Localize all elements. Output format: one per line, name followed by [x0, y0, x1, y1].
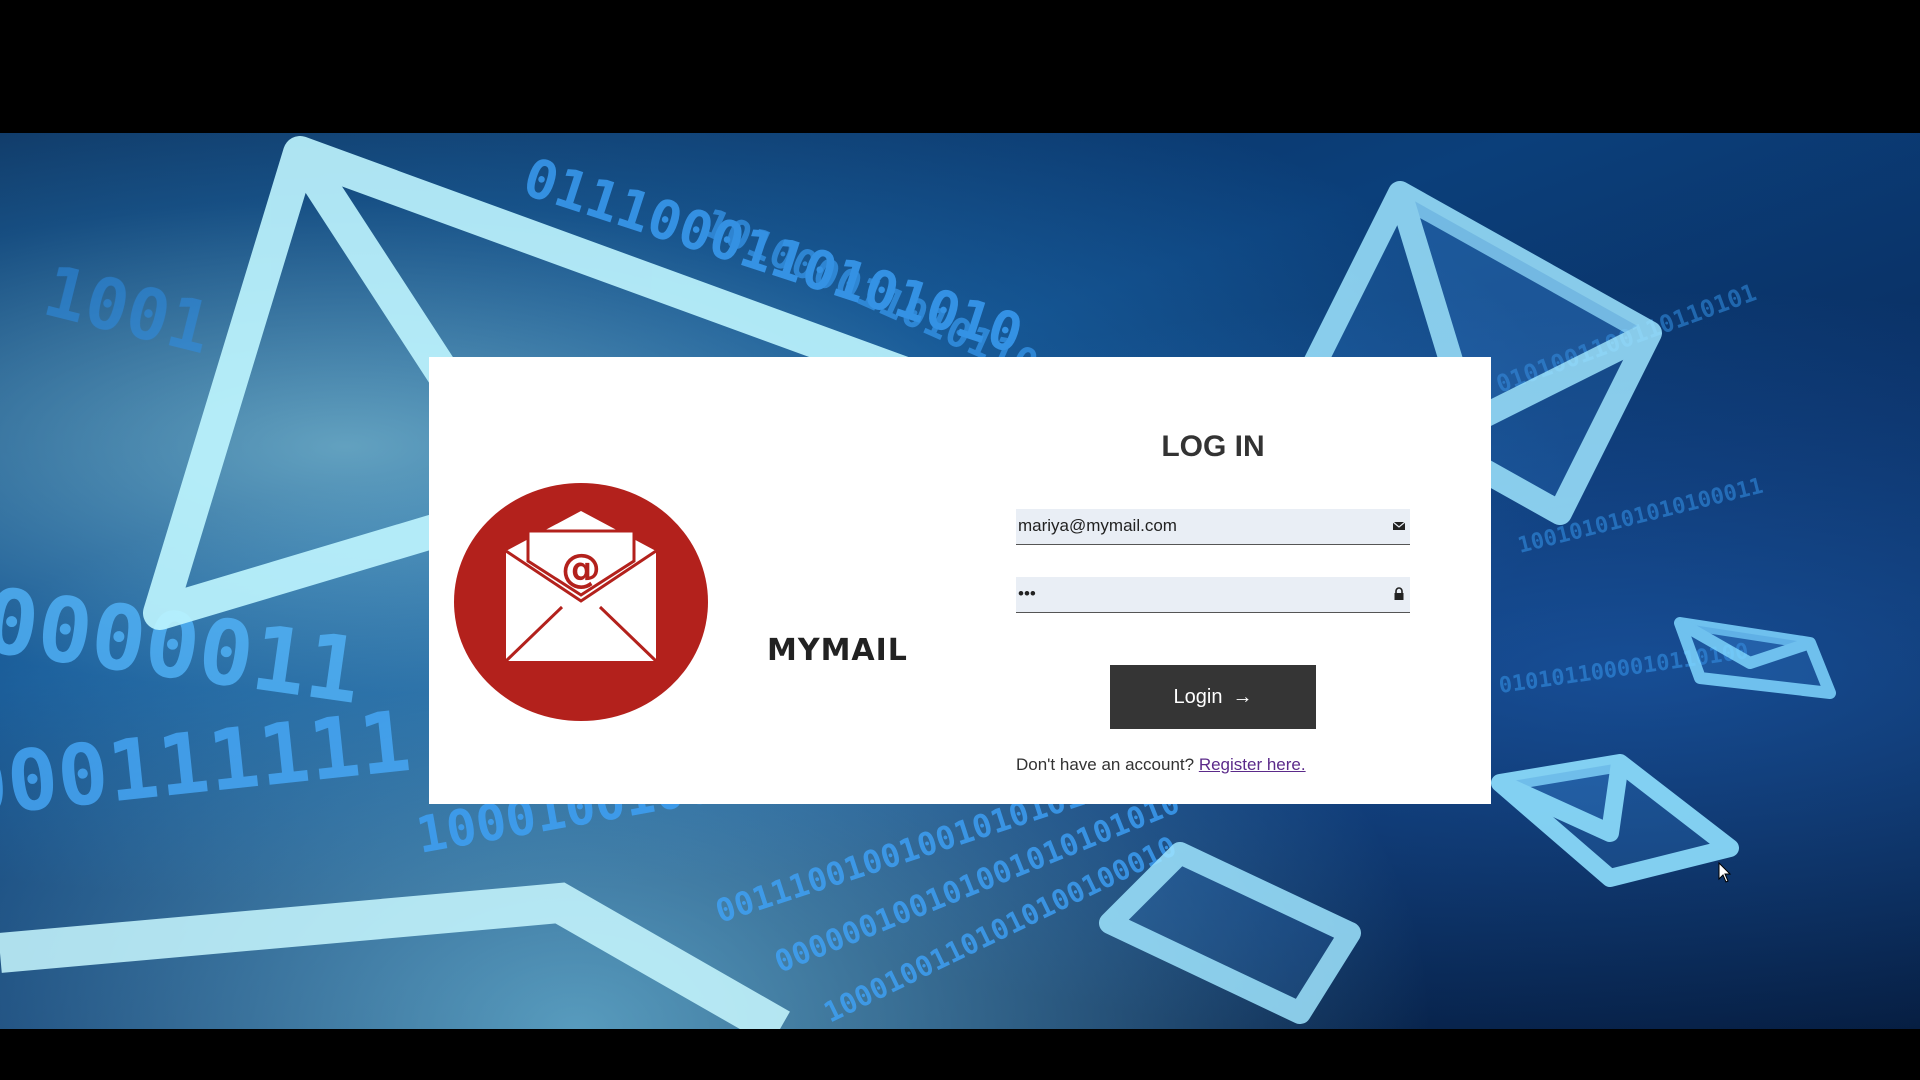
logo-badge: @	[454, 483, 708, 721]
login-form: LOG IN Login → Don't have	[1016, 357, 1410, 804]
arrow-right-icon: →	[1232, 685, 1253, 708]
svg-text:@: @	[561, 546, 601, 592]
register-prompt: Don't have an account? Register here.	[1016, 755, 1306, 775]
register-link[interactable]: Register here.	[1199, 755, 1306, 774]
page-title: LOG IN	[1161, 430, 1265, 463]
screen: 0111000110101010 101000011010110 0000011…	[0, 0, 1920, 1080]
password-field-container	[1016, 577, 1410, 613]
svg-text:000111111: 000111111	[0, 692, 415, 837]
brand-name: MYMAIL	[767, 633, 908, 668]
login-card: @ MYMAIL LOG IN Login	[429, 357, 1491, 804]
login-button-label: Login	[1173, 685, 1223, 708]
envelope-icon	[1392, 521, 1406, 530]
email-field-container	[1016, 509, 1410, 545]
open-envelope-at-icon: @	[504, 511, 658, 663]
login-button[interactable]: Login →	[1110, 665, 1316, 729]
register-prompt-text: Don't have an account?	[1016, 755, 1195, 774]
mouse-pointer-icon	[1718, 862, 1732, 883]
password-field[interactable]	[1016, 577, 1380, 611]
svg-text:1001: 1001	[36, 250, 219, 370]
lock-icon	[1394, 587, 1404, 600]
email-field[interactable]	[1016, 509, 1380, 543]
